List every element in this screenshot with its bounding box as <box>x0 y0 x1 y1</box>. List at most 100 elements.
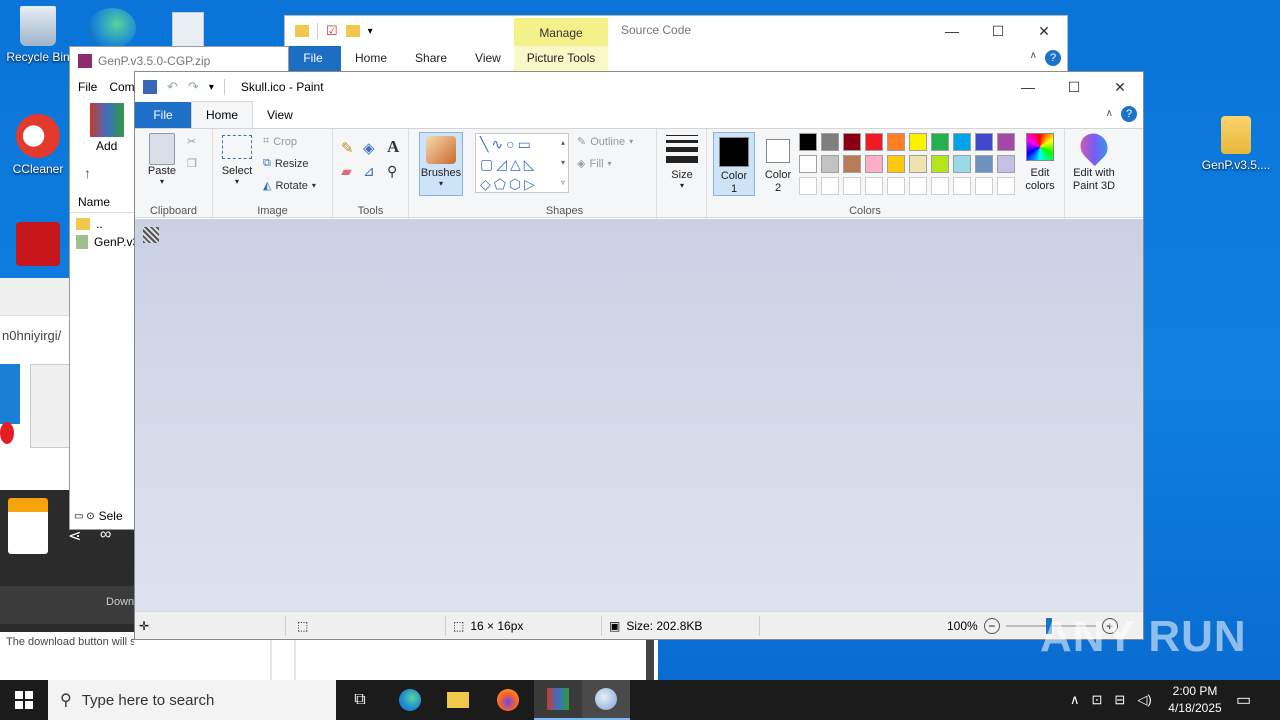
palette-swatch[interactable] <box>843 133 861 151</box>
image-file-desktop-icon[interactable] <box>172 12 204 48</box>
shapes-gallery[interactable]: ╲∿○▭ ▢◿△◺ ◇⬠⬡▷ <box>475 133 569 193</box>
outline-button[interactable]: ✎ Outline ▾ <box>577 135 633 149</box>
resize-button[interactable]: ⧉ Resize <box>263 157 308 170</box>
taskbar-winrar[interactable] <box>534 680 582 720</box>
palette-swatch[interactable] <box>865 155 883 173</box>
palette-swatch[interactable] <box>997 155 1015 173</box>
menu-file[interactable]: File <box>78 80 97 94</box>
chevron-up-icon[interactable]: ∧ <box>1070 692 1080 708</box>
taskbar-paint[interactable] <box>582 680 630 720</box>
office-box-image[interactable] <box>30 364 70 448</box>
desktop-icon-genp-folder[interactable]: GenP.v3.5.... <box>1198 116 1274 172</box>
tab-file[interactable]: File <box>135 102 191 128</box>
custom-color-swatch[interactable] <box>997 177 1015 195</box>
tab-view[interactable]: View <box>461 46 515 72</box>
palette-swatch[interactable] <box>799 155 817 173</box>
paste-button[interactable]: Paste ▾ <box>145 133 179 186</box>
redo-icon[interactable]: ↷ <box>188 79 199 95</box>
custom-color-swatch[interactable] <box>953 177 971 195</box>
palette-swatch[interactable] <box>843 155 861 173</box>
cut-icon[interactable]: ✂ <box>187 135 196 148</box>
palette-swatch[interactable] <box>799 133 817 151</box>
custom-color-swatch[interactable] <box>931 177 949 195</box>
properties-icon[interactable]: ☑ <box>326 23 338 39</box>
magnifier-icon[interactable]: ⚲ <box>387 163 397 180</box>
custom-color-swatch[interactable] <box>799 177 817 195</box>
rotate-button[interactable]: ◭ Rotate ▾ <box>263 179 316 193</box>
gallery-scroll[interactable]: ▴ ▾ ▿ <box>561 133 565 193</box>
taskbar-search[interactable]: ⚲ Type here to search <box>48 680 336 720</box>
palette-swatch[interactable] <box>953 133 971 151</box>
palette-swatch[interactable] <box>975 155 993 173</box>
clock[interactable]: 2:00 PM 4/18/2025 <box>1160 683 1230 717</box>
taskbar-edge[interactable] <box>386 680 434 720</box>
color-picker-icon[interactable]: ⊿ <box>363 163 375 180</box>
palette-swatch[interactable] <box>909 133 927 151</box>
color1-button[interactable]: Color 1 <box>713 132 755 196</box>
minimize-button[interactable]: — <box>929 16 975 46</box>
palette-swatch[interactable] <box>865 133 883 151</box>
menu-commands[interactable]: Com <box>109 80 134 94</box>
palette-swatch[interactable] <box>909 155 927 173</box>
save-icon[interactable] <box>143 80 157 94</box>
customize-toolbar-icon[interactable]: ▾ <box>209 82 214 93</box>
color2-button[interactable]: Color 2 <box>759 132 797 195</box>
notifications-button[interactable]: ▭ <box>1236 680 1251 720</box>
edit-colors-button[interactable]: Edit colors <box>1019 133 1061 193</box>
palette-swatch[interactable] <box>931 155 949 173</box>
tab-home[interactable]: Home <box>341 46 401 72</box>
fill-bucket-icon[interactable]: ◈ <box>363 139 375 157</box>
device-icon[interactable]: ⊡ <box>1092 692 1103 708</box>
up-arrow-icon[interactable]: ↑ <box>84 165 91 181</box>
palette-swatch[interactable] <box>887 133 905 151</box>
custom-color-swatch[interactable] <box>865 177 883 195</box>
minimize-button[interactable]: — <box>1005 72 1051 102</box>
task-view-button[interactable]: ⧉ <box>336 680 384 720</box>
chevron-down-icon[interactable]: ▾ <box>368 26 373 37</box>
palette-swatch[interactable] <box>887 155 905 173</box>
size-button[interactable]: Size ▾ <box>663 135 701 190</box>
ribbon-collapse-icon[interactable]: ∧ <box>1106 108 1113 119</box>
edit-with-paint3d-button[interactable]: Edit with Paint 3D <box>1067 127 1121 193</box>
tab-view[interactable]: View <box>253 102 307 128</box>
folder-icon[interactable] <box>295 25 309 37</box>
help-icon[interactable]: ? <box>1045 50 1061 66</box>
fill-button[interactable]: ◈ Fill ▾ <box>577 157 612 171</box>
text-tool-icon[interactable]: A <box>387 137 399 157</box>
maximize-button[interactable]: ☐ <box>975 16 1021 46</box>
volume-icon[interactable]: ◁) <box>1137 692 1151 708</box>
tab-home[interactable]: Home <box>191 101 254 128</box>
palette-swatch[interactable] <box>975 133 993 151</box>
skull-image-canvas[interactable] <box>143 227 159 243</box>
custom-color-swatch[interactable] <box>821 177 839 195</box>
custom-color-swatch[interactable] <box>843 177 861 195</box>
new-folder-icon[interactable] <box>345 25 360 37</box>
palette-swatch[interactable] <box>931 133 949 151</box>
start-button[interactable] <box>0 680 48 720</box>
copy-icon[interactable]: ❐ <box>187 157 197 170</box>
desktop-icon-ccleaner[interactable]: CCleaner <box>0 114 76 176</box>
maximize-button[interactable]: ☐ <box>1051 72 1097 102</box>
edge-desktop-icon[interactable] <box>88 8 136 48</box>
network-icon[interactable]: ⊟ <box>1114 692 1125 708</box>
undo-icon[interactable]: ↶ <box>167 79 178 95</box>
brushes-button[interactable]: Brushes ▾ <box>419 132 463 196</box>
ribbon-collapse-icon[interactable]: ∧ <box>1030 50 1037 61</box>
list-item[interactable]: .. <box>76 217 103 231</box>
tab-picture-tools[interactable]: Picture Tools <box>514 46 608 72</box>
palette-swatch[interactable] <box>997 133 1015 151</box>
canvas-area[interactable] <box>135 219 1143 613</box>
scrollbar[interactable] <box>646 640 654 680</box>
column-name[interactable]: Name <box>70 191 136 213</box>
tab-share[interactable]: Share <box>401 46 461 72</box>
custom-color-swatch[interactable] <box>887 177 905 195</box>
palette-swatch[interactable] <box>821 133 839 151</box>
crop-button[interactable]: ⌗ Crop <box>263 135 297 148</box>
custom-color-swatch[interactable] <box>909 177 927 195</box>
desktop-icon-recycle-bin[interactable]: Recycle Bin <box>0 6 76 64</box>
close-button[interactable]: ✕ <box>1021 16 1067 46</box>
manage-context-tab[interactable]: Manage <box>514 18 608 46</box>
palette-swatch[interactable] <box>953 155 971 173</box>
palette-swatch[interactable] <box>821 155 839 173</box>
taskbar-firefox[interactable] <box>484 680 532 720</box>
